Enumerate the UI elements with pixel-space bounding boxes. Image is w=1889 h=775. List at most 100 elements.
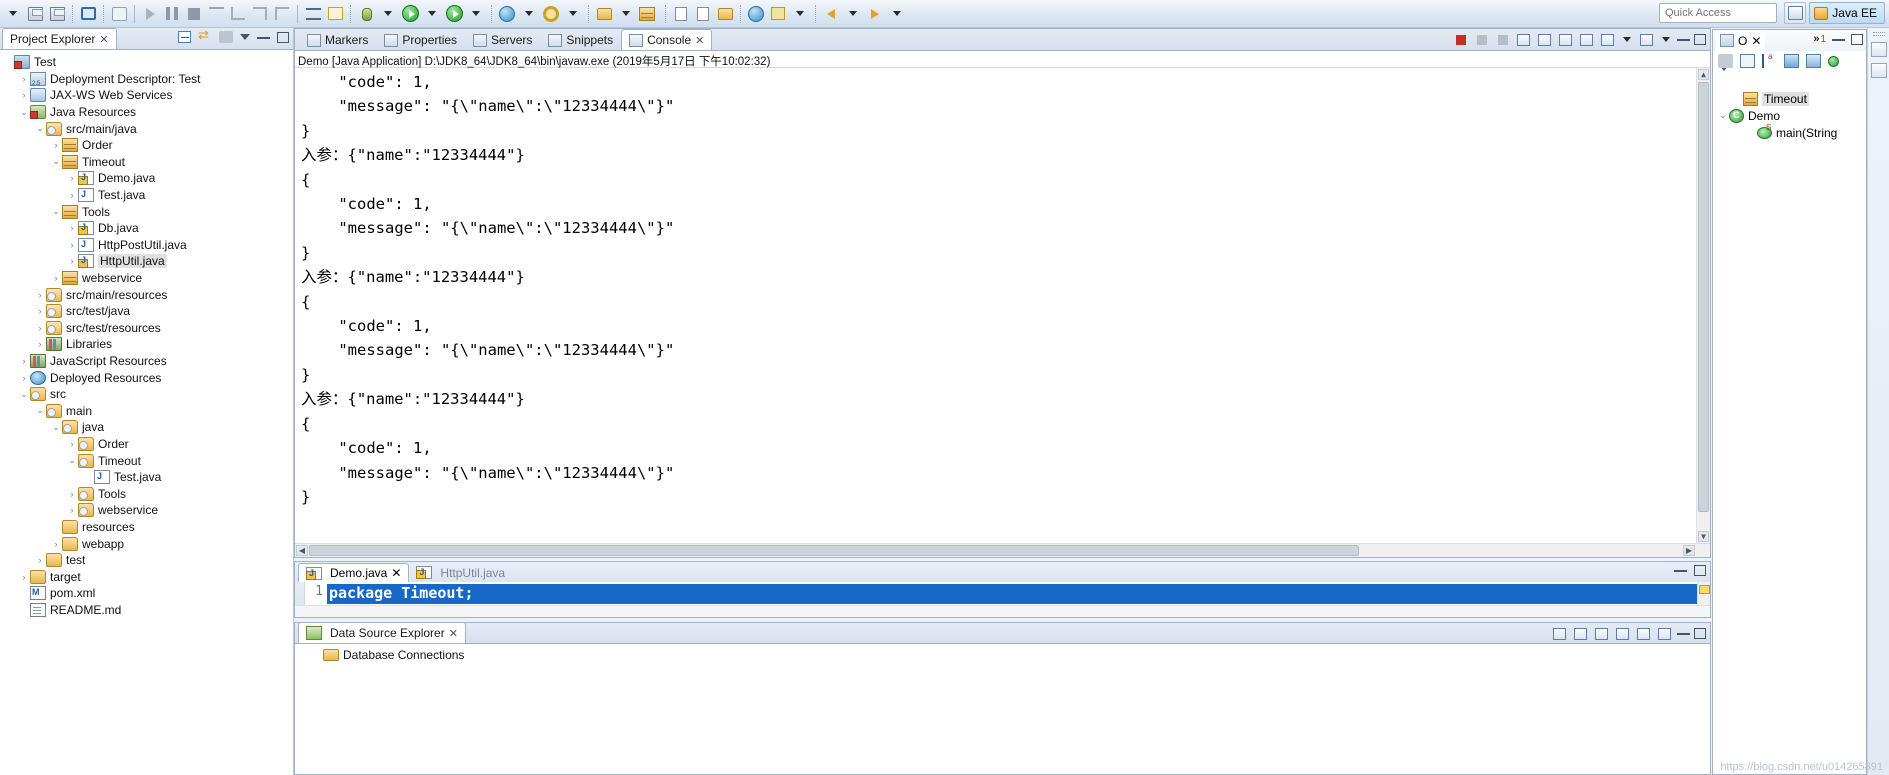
tree-node-webapp[interactable]: › webapp (0, 535, 293, 552)
console-button[interactable] (77, 2, 99, 26)
refresh-button[interactable] (1572, 625, 1589, 642)
back-dropdown[interactable] (842, 2, 864, 26)
restore-view-button[interactable] (1870, 42, 1887, 57)
tab-servers[interactable]: Servers (465, 29, 540, 50)
new-package-button[interactable] (637, 2, 661, 26)
disconnect-button[interactable] (205, 2, 227, 26)
tab-properties[interactable]: Properties (376, 29, 465, 50)
terminate-button[interactable] (183, 2, 205, 26)
new-server-button[interactable] (496, 2, 518, 26)
tree-node-order[interactable]: › Order (0, 436, 293, 453)
twisty-expanded-icon[interactable]: ⌄ (50, 156, 62, 167)
twisty-expanded-icon[interactable]: ⌄ (50, 206, 62, 217)
minimize-icon[interactable] (1674, 569, 1687, 572)
twisty-collapsed-icon[interactable]: › (18, 74, 30, 84)
run-as-server-dropdown[interactable] (465, 2, 487, 26)
twisty-collapsed-icon[interactable]: › (34, 306, 46, 316)
tree-node-java[interactable]: ⌄ java (0, 419, 293, 436)
export-button[interactable] (1635, 625, 1652, 642)
tree-node-httppostutil-java[interactable]: › HttpPostUtil.java (0, 237, 293, 254)
link-with-editor-icon[interactable] (198, 27, 212, 43)
console-vertical-scrollbar[interactable]: ▲ ▼ (1696, 68, 1710, 543)
import-button[interactable] (1614, 625, 1631, 642)
hide-static-icon[interactable] (1784, 54, 1799, 68)
tree-node-webservice[interactable]: › webservice (0, 502, 293, 519)
clear-console-button[interactable] (1515, 31, 1532, 48)
minimize-icon[interactable] (1677, 632, 1690, 635)
console-horizontal-scrollbar[interactable]: ◀ ▶ (295, 543, 1710, 557)
maximize-icon[interactable] (1694, 628, 1706, 639)
tree-node-tools[interactable]: › Tools (0, 485, 293, 502)
tab-markers[interactable]: Markers (299, 29, 376, 50)
twisty-collapsed-icon[interactable]: › (66, 190, 78, 200)
tree-node-src-main-resources[interactable]: › src/main/resources (0, 286, 293, 303)
forward-button[interactable] (864, 2, 886, 26)
close-icon[interactable]: ✕ (99, 33, 108, 46)
next-annotation-dropdown[interactable] (789, 2, 811, 26)
tab-snippets[interactable]: Snippets (540, 29, 621, 50)
close-icon[interactable]: ✕ (449, 627, 458, 640)
outline-tree[interactable]: Timeout ⌄ Demo main(String (1713, 88, 1866, 774)
editor-tab-demo-java[interactable]: Demo.java✕ (298, 563, 410, 582)
twisty-expanded-icon[interactable]: ⌄ (34, 405, 46, 416)
twisty-expanded-icon[interactable]: ⌄ (66, 455, 78, 466)
close-icon[interactable]: ✕ (391, 566, 401, 580)
tree-node-timeout[interactable]: ⌄ Timeout (0, 452, 293, 469)
view-menu-icon[interactable] (1719, 65, 1729, 85)
tree-node-test[interactable]: › test (0, 552, 293, 569)
quick-access-input[interactable] (1659, 3, 1777, 23)
twisty-collapsed-icon[interactable]: › (18, 90, 30, 100)
save-button[interactable] (24, 2, 46, 26)
overflow-chevron-icon[interactable]: » (1813, 33, 1819, 45)
maximize-icon[interactable] (1694, 565, 1706, 576)
twisty-collapsed-icon[interactable]: › (18, 373, 30, 383)
profile-dropdown[interactable] (562, 2, 584, 26)
pin-console-button[interactable] (1578, 31, 1595, 48)
tree-node-pom-xml[interactable]: pom.xml (0, 585, 293, 602)
resume-button[interactable] (139, 2, 161, 26)
twisty-collapsed-icon[interactable]: › (66, 223, 78, 233)
run-as-server-button[interactable] (443, 2, 465, 26)
save-all-button[interactable] (46, 2, 68, 26)
twisty-collapsed-icon[interactable]: › (18, 356, 30, 366)
new-wizard-dropdown[interactable] (2, 2, 24, 26)
tree-node-resources[interactable]: resources (0, 519, 293, 536)
twisty-collapsed-icon[interactable]: › (34, 339, 46, 349)
hide-fields-icon[interactable] (1740, 54, 1755, 68)
tree-node-src-main-java[interactable]: ⌄ src/main/java (0, 120, 293, 137)
data-source-tree[interactable]: Database Connections (295, 644, 1710, 774)
tree-node-javascript-resources[interactable]: › JavaScript Resources (0, 353, 293, 370)
tree-node-target[interactable]: › target (0, 568, 293, 585)
new-folder-button[interactable] (714, 2, 736, 26)
terminate-console-button[interactable] (1452, 31, 1469, 48)
perspective-java-ee[interactable]: Java EE (1809, 2, 1885, 24)
twisty-collapsed-icon[interactable]: › (66, 256, 78, 266)
tree-node-jax-ws-web-services[interactable]: › JAX-WS Web Services (0, 87, 293, 104)
maximize-icon[interactable] (277, 31, 289, 43)
show-view-button[interactable] (1870, 63, 1887, 78)
collapse-all-icon[interactable] (178, 31, 191, 43)
editor-tab-httputil-java[interactable]: HttpUtil.java (409, 563, 512, 582)
close-icon[interactable]: ✕ (1751, 34, 1761, 48)
tree-node-src[interactable]: ⌄ src (0, 386, 293, 403)
tree-node-tools[interactable]: ⌄ Tools (0, 203, 293, 220)
remove-all-launches-button[interactable] (1494, 31, 1511, 48)
new-file-button[interactable] (692, 2, 714, 26)
tree-node-deployment-descriptor-test[interactable]: › Deployment Descriptor: Test (0, 71, 293, 88)
editor-vertical-scrollbar[interactable] (1697, 582, 1710, 605)
display-selected-console-button[interactable] (1599, 31, 1616, 48)
close-icon[interactable]: ✕ (695, 34, 704, 47)
twisty-collapsed-icon[interactable]: › (50, 539, 62, 549)
save-profile-button[interactable] (1656, 625, 1673, 642)
twisty-collapsed-icon[interactable]: › (50, 273, 62, 283)
annotation-ruler[interactable] (295, 582, 305, 605)
tree-node-readme-md[interactable]: README.md (0, 602, 293, 619)
maximize-icon[interactable] (1694, 34, 1706, 45)
run-dropdown[interactable] (421, 2, 443, 26)
open-type-button[interactable] (593, 2, 615, 26)
tree-node-test[interactable]: Test (0, 54, 293, 71)
tree-node-db-java[interactable]: › Db.java (0, 220, 293, 237)
outline-node-demo[interactable]: ⌄ Demo (1713, 107, 1866, 124)
debug-button[interactable] (355, 2, 377, 26)
tree-node-order[interactable]: › Order (0, 137, 293, 154)
